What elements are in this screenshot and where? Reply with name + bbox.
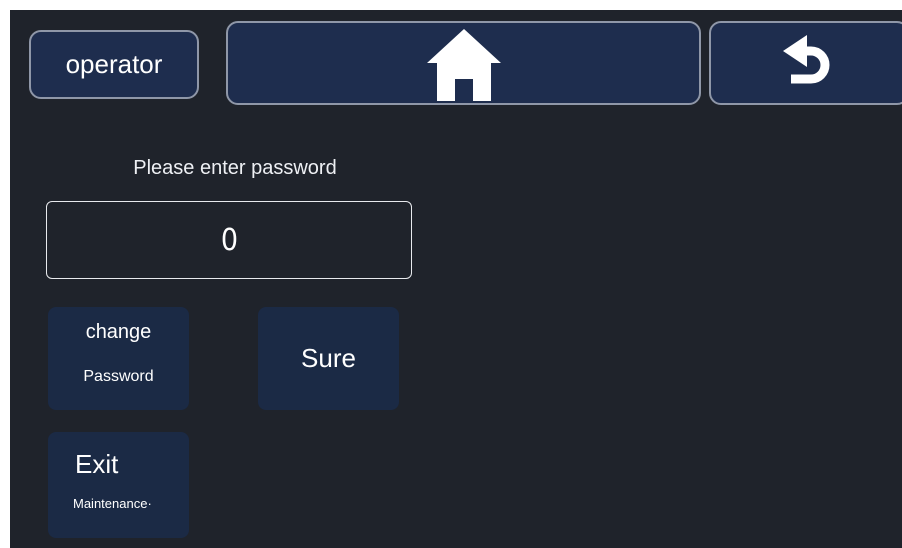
home-icon — [423, 25, 505, 101]
exit-maintenance-button[interactable]: Exit Maintenance· — [48, 432, 189, 538]
operator-button[interactable]: operator — [29, 30, 199, 99]
back-arrow-icon — [777, 33, 841, 93]
password-prompt: Please enter password — [133, 157, 337, 179]
change-password-button[interactable]: change Password — [48, 307, 189, 410]
home-button[interactable] — [226, 21, 701, 105]
sure-button[interactable]: Sure — [258, 307, 399, 410]
change-password-label-line2: Password — [83, 368, 154, 385]
sure-label: Sure — [301, 343, 356, 373]
password-input[interactable]: 0 — [46, 201, 412, 279]
screen: operator Please enter password 0 change … — [10, 10, 902, 548]
password-value: 0 — [220, 222, 238, 258]
change-password-label-line1: change — [85, 321, 152, 343]
exit-label: Exit — [75, 449, 119, 479]
operator-label: operator — [65, 49, 163, 79]
back-button[interactable] — [709, 21, 902, 105]
maintenance-label: Maintenance· — [73, 496, 152, 511]
